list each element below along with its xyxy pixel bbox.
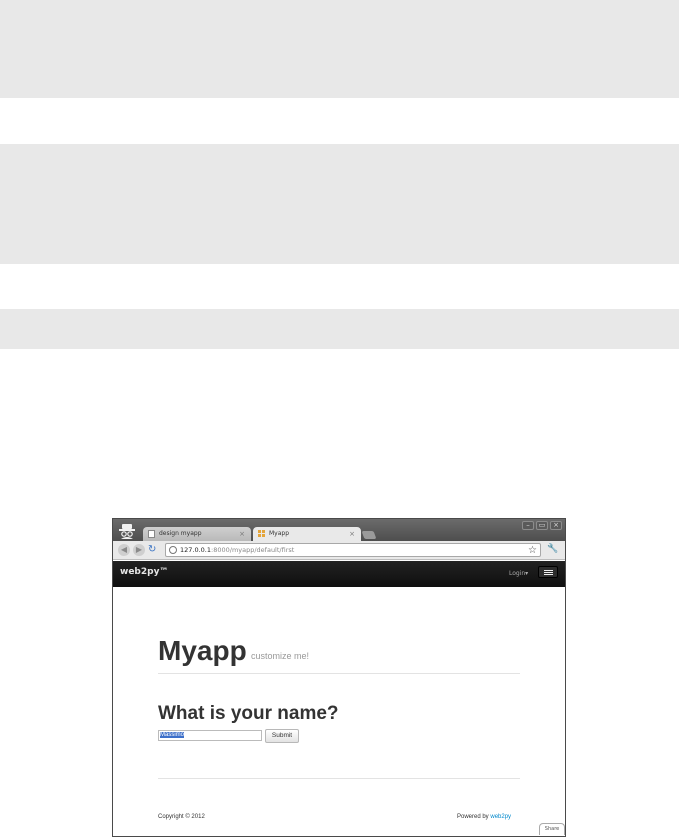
address-bar[interactable]: 127.0.0.1:8000/myapp/default/first ☆: [165, 543, 541, 557]
star-icon[interactable]: ☆: [528, 544, 537, 557]
browser-toolbar: ◀ ▶ ↻ 127.0.0.1:8000/myapp/default/first…: [113, 541, 565, 560]
name-input[interactable]: Massimo: [158, 730, 262, 741]
tab-design-myapp[interactable]: design myapp ×: [143, 527, 251, 541]
background-band-bottom: [0, 309, 679, 349]
divider: [158, 673, 520, 674]
close-window-button[interactable]: ×: [550, 521, 562, 530]
tab-label: design myapp: [159, 530, 202, 537]
incognito-icon: [119, 524, 135, 539]
brand-logo[interactable]: web2py™: [120, 567, 168, 577]
forward-icon[interactable]: ▶: [133, 544, 145, 556]
background-band-middle: [0, 144, 679, 264]
tab-myapp[interactable]: Myapp ×: [253, 527, 361, 541]
site-navbar: web2py™ Login▾: [113, 561, 565, 587]
page-title: Myapp: [158, 635, 247, 666]
minimize-button[interactable]: –: [522, 521, 534, 530]
browser-window: design myapp × Myapp × – ▭ × ◀ ▶ ↻ 127.0…: [112, 518, 566, 837]
web2py-favicon-icon: [258, 530, 265, 537]
web2py-link[interactable]: web2py: [490, 814, 511, 820]
powered-prefix: Powered by: [457, 814, 491, 820]
url-host: 127.0.0.1: [180, 546, 212, 554]
page-icon: [148, 530, 155, 538]
tab-close-icon[interactable]: ×: [349, 527, 355, 541]
title-bar: design myapp × Myapp × – ▭ ×: [113, 519, 565, 541]
background-band-top: [0, 0, 679, 98]
submit-button[interactable]: Submit: [265, 729, 299, 743]
globe-icon: [169, 546, 177, 554]
share-button[interactable]: Share: [539, 823, 565, 835]
url-text: 127.0.0.1:8000/myapp/default/first: [180, 544, 294, 557]
name-input-value: Massimo: [160, 732, 185, 738]
tab-close-icon[interactable]: ×: [239, 527, 245, 541]
url-path: :8000/myapp/default/first: [211, 546, 295, 554]
wrench-icon[interactable]: 🔧: [547, 544, 558, 554]
divider: [158, 778, 520, 779]
tab-label: Myapp: [269, 530, 290, 537]
form-heading: What is your name?: [158, 703, 339, 724]
copyright-text: Copyright © 2012: [158, 814, 205, 820]
back-icon[interactable]: ◀: [118, 544, 130, 556]
login-menu[interactable]: Login▾: [509, 570, 528, 577]
maximize-button[interactable]: ▭: [536, 521, 548, 530]
page-subtitle: customize me!: [251, 651, 310, 661]
powered-by: Powered by web2py: [457, 814, 511, 820]
menu-icon[interactable]: [538, 566, 558, 578]
new-tab-button[interactable]: [361, 531, 377, 539]
page-content: Myapp customize me! What is your name? M…: [113, 587, 565, 836]
reload-icon[interactable]: ↻: [148, 544, 160, 556]
